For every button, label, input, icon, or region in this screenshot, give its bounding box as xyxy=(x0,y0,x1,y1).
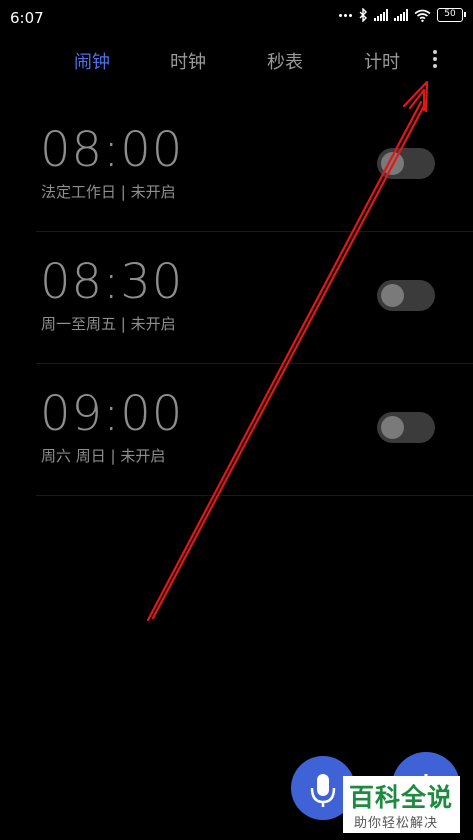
alarm-repeat: 法定工作日 | 未开启 xyxy=(41,183,176,201)
alarm-time: 08:30 xyxy=(40,254,184,310)
toggle-knob xyxy=(381,416,404,439)
watermark-title: 百科全说 xyxy=(349,783,454,812)
alarm-repeat: 周一至周五 | 未开启 xyxy=(41,315,176,333)
watermark-subtitle: 助你轻松解决 xyxy=(354,816,439,831)
toggle-knob xyxy=(381,284,404,307)
tab-clock[interactable]: 时钟 xyxy=(170,48,206,74)
alarm-toggle[interactable] xyxy=(377,148,435,179)
tab-stopwatch[interactable]: 秒表 xyxy=(267,48,303,74)
alarm-list: 08:00 法定工作日 | 未开启 08:30 周一至周五 | 未开启 09:0… xyxy=(0,100,473,496)
alarm-item[interactable]: 08:30 周一至周五 | 未开启 xyxy=(36,232,473,364)
more-options-icon[interactable] xyxy=(427,50,443,74)
wifi-icon xyxy=(414,9,431,22)
bluetooth-icon xyxy=(359,8,367,22)
battery-icon: 50 xyxy=(437,8,466,22)
status-time: 6:07 xyxy=(10,9,44,27)
tab-bar: 闹钟 时钟 秒表 计时 xyxy=(0,48,473,76)
alarm-repeat: 周六 周日 | 未开启 xyxy=(41,447,166,465)
alarm-time: 09:00 xyxy=(40,386,184,442)
battery-level: 50 xyxy=(444,9,456,19)
dots-icon xyxy=(339,13,352,17)
tab-timer[interactable]: 计时 xyxy=(364,48,400,74)
alarm-toggle[interactable] xyxy=(377,412,435,443)
toggle-knob xyxy=(381,152,404,175)
alarm-item[interactable]: 09:00 周六 周日 | 未开启 xyxy=(36,364,473,496)
tab-alarm[interactable]: 闹钟 xyxy=(74,48,110,74)
alarm-time: 08:00 xyxy=(40,122,184,178)
status-icons: 50 xyxy=(339,8,466,22)
watermark-logo: 百科全说 助你轻松解决 xyxy=(343,776,460,833)
signal-icon xyxy=(394,9,408,21)
alarm-toggle[interactable] xyxy=(377,280,435,311)
alarm-item[interactable]: 08:00 法定工作日 | 未开启 xyxy=(36,100,473,232)
status-bar: 6:07 50 xyxy=(0,0,473,34)
signal-icon xyxy=(374,9,388,21)
